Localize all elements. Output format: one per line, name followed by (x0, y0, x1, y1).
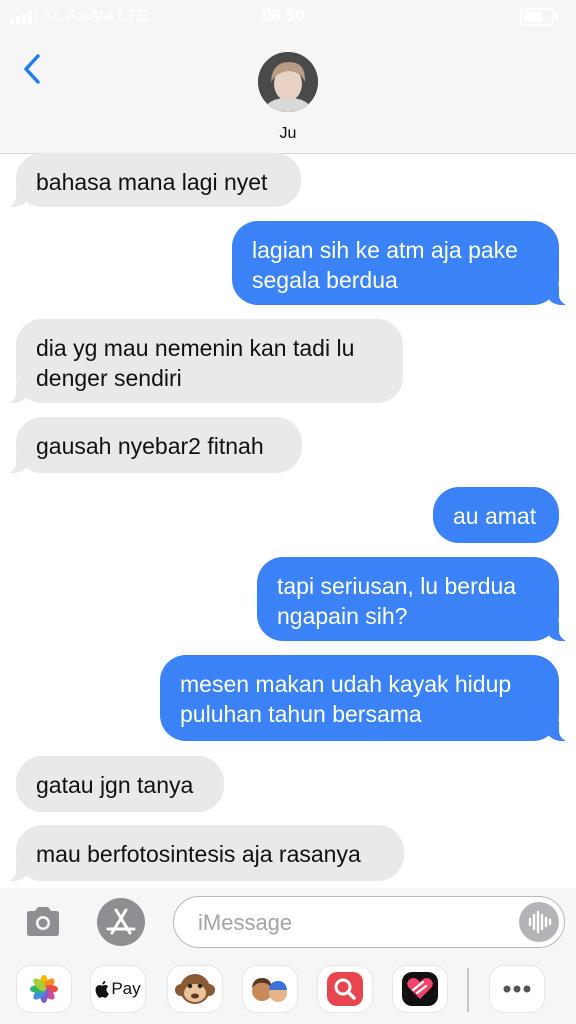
clock: 06.50 (262, 6, 305, 25)
image-search-icon (327, 972, 363, 1006)
carrier-label: XL Axiata LTE (42, 6, 148, 25)
sent-message[interactable]: au amat (433, 487, 559, 543)
received-message[interactable]: mau berfotosintesis aja rasanya (4, 825, 404, 881)
app-drawer-divider (467, 968, 469, 1012)
received-message[interactable]: gatau jgn tanya (16, 756, 224, 812)
imessage-input[interactable]: iMessage (173, 896, 565, 948)
app-store-button[interactable] (97, 898, 145, 946)
image-search-button[interactable] (318, 966, 372, 1012)
received-message[interactable]: gausah nyebar2 fitnah (4, 417, 302, 473)
more-icon (503, 985, 531, 993)
apple-logo-icon (95, 980, 110, 998)
sent-message[interactable]: lagian sih ke atm aja pake segala berdua (232, 221, 571, 305)
profile-photo (258, 52, 318, 112)
battery-icon (520, 8, 558, 26)
memoji-button[interactable] (243, 966, 297, 1012)
input-placeholder: iMessage (198, 910, 293, 935)
sent-message[interactable]: mesen makan udah kayak hidup puluhan tah… (160, 655, 571, 741)
conversation-header: XL Axiata LTE 06.50 Ju (0, 0, 576, 154)
sent-message[interactable]: tapi seriusan, lu berdua ngapain sih? (257, 557, 571, 641)
digital-touch-button[interactable] (393, 966, 447, 1012)
memoji-icon (252, 978, 287, 1002)
waveform-icon (528, 910, 552, 934)
digital-touch-icon (402, 972, 438, 1006)
camera-icon[interactable] (24, 904, 62, 938)
back-chevron-icon[interactable] (18, 52, 50, 86)
received-message[interactable]: bahasa mana lagi nyet (4, 153, 301, 207)
app-store-icon (106, 908, 136, 935)
animoji-button[interactable] (168, 966, 222, 1012)
photos-icon (30, 975, 58, 1003)
status-bar: XL Axiata LTE 06.50 (0, 0, 576, 32)
contact-avatar[interactable] (258, 52, 318, 112)
apple-pay-label: Pay (111, 979, 141, 998)
more-apps-button[interactable] (490, 966, 544, 1012)
apple-pay-button[interactable]: Pay (91, 966, 145, 1012)
signal-strength-icon (10, 10, 38, 24)
photos-app-button[interactable] (17, 966, 71, 1012)
monkey-animoji-icon (175, 974, 215, 1004)
contact-name[interactable]: Ju (0, 125, 576, 143)
message-thread: bahasa mana lagi nyet lagian sih ke atm … (0, 153, 576, 888)
received-message[interactable]: dia yg mau nemenin kan tadi lu denger se… (4, 319, 403, 403)
audio-message-button[interactable] (519, 902, 559, 942)
